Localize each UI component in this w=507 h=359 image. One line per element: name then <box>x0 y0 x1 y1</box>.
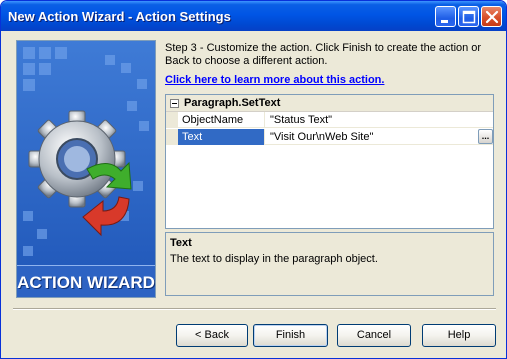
row-gutter <box>166 112 178 128</box>
property-value-input[interactable]: "Visit Our\nWeb Site" <box>266 129 476 145</box>
wizard-window: New Action Wizard - Action Settings ACTI… <box>0 0 507 359</box>
minimize-icon <box>441 20 448 23</box>
back-button[interactable]: < Back <box>176 324 248 347</box>
maximize-icon <box>462 10 476 24</box>
gear-icon <box>28 110 126 208</box>
close-icon <box>485 10 499 24</box>
window-title: New Action Wizard - Action Settings <box>8 9 231 24</box>
collapse-icon[interactable] <box>170 99 179 108</box>
action-wizard-banner-graphic <box>17 41 155 297</box>
browse-button[interactable]: ... <box>478 129 493 144</box>
property-group-header[interactable]: Paragraph.SetText <box>166 95 493 112</box>
minimize-button[interactable] <box>435 6 456 27</box>
description-title: Text <box>170 237 192 249</box>
instruction-text: Step 3 - Customize the action. Click Fin… <box>165 42 482 67</box>
property-name[interactable]: ObjectName <box>178 112 265 128</box>
property-name-selected[interactable]: Text <box>178 129 265 145</box>
wizard-banner: ACTION WIZARD <box>16 40 156 298</box>
property-description-panel: Text The text to display in the paragrap… <box>165 232 494 296</box>
maximize-button[interactable] <box>458 6 479 27</box>
title-bar[interactable]: New Action Wizard - Action Settings <box>1 1 506 31</box>
separator <box>13 308 496 310</box>
banner-title: ACTION WIZARD <box>17 273 155 292</box>
property-row-text[interactable]: Text "Visit Our\nWeb Site" ... <box>166 129 493 145</box>
row-gutter <box>166 129 178 145</box>
learn-more-link[interactable]: Click here to learn more about this acti… <box>165 74 384 86</box>
property-row-objectname[interactable]: ObjectName "Status Text" <box>166 112 493 128</box>
property-group-label: Paragraph.SetText <box>184 97 281 109</box>
finish-button[interactable]: Finish <box>253 324 328 347</box>
dialog-body: ACTION WIZARD Step 3 - Customize the act… <box>4 31 503 356</box>
cancel-button[interactable]: Cancel <box>337 324 411 347</box>
description-text: The text to display in the paragraph obj… <box>170 253 378 265</box>
property-value[interactable]: "Status Text" <box>266 112 476 128</box>
close-button[interactable] <box>481 6 502 27</box>
help-button[interactable]: Help <box>422 324 496 347</box>
property-grid[interactable]: Paragraph.SetText ObjectName "Status Tex… <box>165 94 494 229</box>
